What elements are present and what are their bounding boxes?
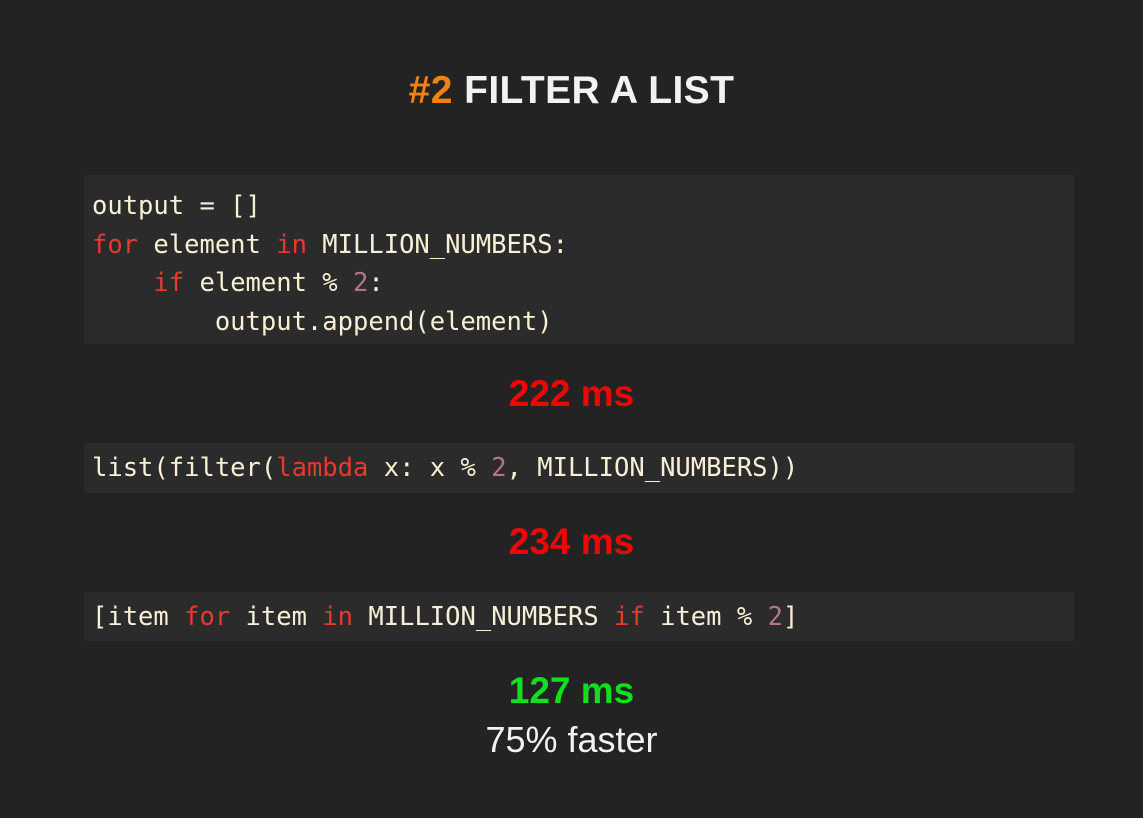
code-token-plain: , MILLION_NUMBERS)) (506, 453, 799, 483)
title-text: FILTER A LIST (464, 69, 735, 112)
code-block-list-filter-lambda: list(filter(lambda x: x % 2, MILLION_NUM… (84, 443, 1074, 493)
code-token-num: 2 (767, 602, 783, 632)
title-space (453, 69, 464, 112)
code-line: for element in MILLION_NUMBERS: (84, 226, 1074, 265)
code-token-kw: in (322, 602, 354, 632)
slide-root: #2 FILTER A LIST output = [] for element … (0, 0, 1143, 818)
code-block-list-comprehension: [item for item in MILLION_NUMBERS if ite… (84, 592, 1074, 641)
code-token-kw: for (92, 229, 139, 260)
code-token-kw: lambda (276, 453, 369, 483)
code-token-plain: [item (92, 602, 185, 632)
code-block-for-loop-append: output = [] for element in MILLION_NUMBER… (84, 175, 1074, 344)
code-token-num: 2 (491, 453, 507, 483)
code-token-kw: if (614, 602, 645, 632)
title-number: #2 (408, 69, 453, 112)
code-token-plain: : (368, 268, 384, 299)
code-line: if element % 2: (84, 264, 1074, 303)
code-token-plain: x: x % (368, 453, 492, 483)
code-token-plain: output.append(element) (92, 306, 553, 337)
code-token-plain: MILLION_NUMBERS: (306, 229, 568, 260)
timing-list-comprehension: 127 ms (508, 670, 635, 711)
code-token-plain: item (230, 602, 323, 632)
faster-summary-label: 75% faster (485, 719, 658, 760)
code-token-plain: element % (184, 268, 354, 299)
code-token-plain: element (138, 229, 277, 260)
timing-list-filter-lambda: 234 ms (508, 521, 635, 562)
code-line: [item for item in MILLION_NUMBERS if ite… (84, 598, 1074, 637)
code-token-kw: for (184, 602, 231, 632)
timing-for-loop-append: 222 ms (508, 373, 635, 414)
code-line: list(filter(lambda x: x % 2, MILLION_NUM… (84, 449, 1074, 488)
page-title: #2 FILTER A LIST (0, 0, 1143, 110)
code-token-kw: in (276, 229, 307, 260)
code-line: output.append(element) (84, 303, 1074, 342)
code-line: output = [] (84, 187, 1074, 226)
code-token-plain: list(filter( (92, 453, 277, 483)
code-token-num: 2 (353, 268, 369, 299)
code-token-plain: ] (782, 602, 799, 632)
code-token-plain: item % (644, 602, 768, 632)
code-token-plain: output = [] (92, 191, 261, 221)
code-token-kw: if (153, 268, 185, 299)
code-token-plain: MILLION_NUMBERS (353, 602, 615, 632)
